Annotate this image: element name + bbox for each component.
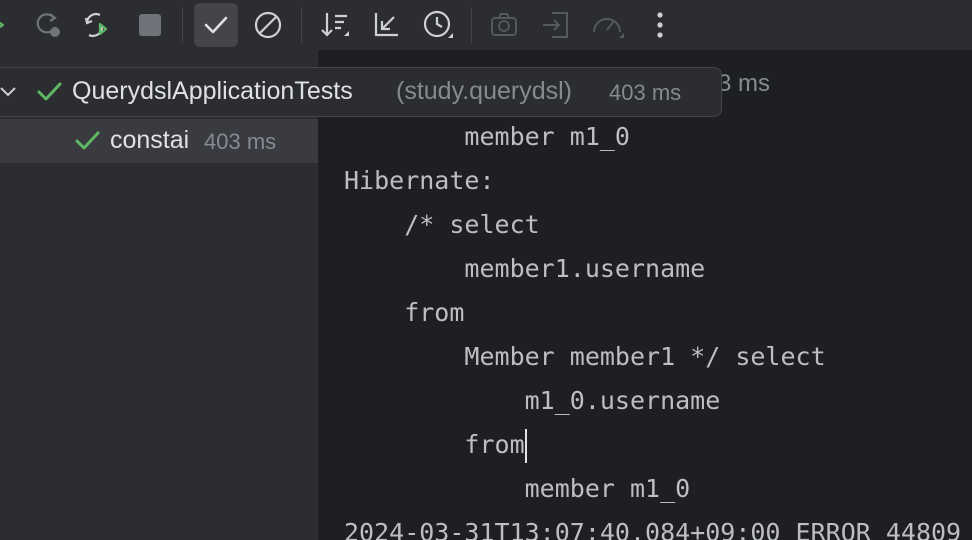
test-tree-node-root[interactable]: QuerydslApplicationTests (study.querydsl… — [0, 67, 722, 117]
chevron-down-icon[interactable] — [0, 84, 18, 103]
import-tests-icon[interactable] — [534, 3, 578, 47]
console-output[interactable]: 3 ms member m1_0 Hibernate: /* select me… — [318, 50, 972, 540]
test-class-time: 403 ms — [609, 80, 682, 105]
console-line: Member member1 */ select — [344, 342, 826, 371]
test-method-name: constai — [110, 126, 190, 154]
screenshot-icon[interactable] — [482, 3, 526, 47]
console-line: member1.username — [344, 254, 706, 283]
sort-icon[interactable] — [313, 3, 357, 47]
console-line: member m1_0 — [344, 122, 630, 151]
toolbar-separator — [182, 7, 183, 43]
history-icon[interactable] — [416, 3, 460, 47]
show-passed-icon[interactable] — [194, 3, 238, 47]
toggle-auto-test-icon[interactable] — [75, 3, 119, 47]
text-caret — [524, 429, 527, 463]
more-options-icon[interactable] — [638, 3, 682, 47]
console-header-time: 3 ms — [718, 70, 771, 97]
rerun-icon[interactable] — [0, 3, 18, 47]
collapse-icon[interactable] — [364, 3, 408, 47]
test-runner-toolbar — [0, 0, 972, 50]
toolbar-separator — [301, 7, 302, 43]
console-line: member m1_0 — [344, 474, 691, 503]
console-line: /* select — [344, 210, 540, 239]
console-line-with-caret: from — [344, 423, 527, 467]
test-passed-icon — [36, 79, 64, 109]
console-line: m1_0.username — [344, 386, 721, 415]
test-method-time: 403 ms — [204, 129, 277, 154]
test-passed-icon — [74, 128, 102, 158]
toolbar-separator — [471, 7, 472, 43]
test-class-name: QuerydslApplicationTests — [72, 77, 353, 105]
stop-icon[interactable] — [128, 3, 172, 47]
test-class-package: (study.querydsl) — [396, 77, 572, 105]
show-ignored-icon[interactable] — [246, 3, 290, 47]
profiler-icon[interactable] — [586, 3, 630, 47]
console-line: from — [344, 298, 465, 327]
test-tree-panel: constai 403 ms — [0, 50, 318, 540]
console-line: Hibernate: — [344, 166, 495, 195]
console-line: from — [344, 430, 525, 459]
test-runner-window: constai 403 ms QuerydslApplicationTests … — [0, 0, 972, 540]
console-line: 2024-03-31T13:07:40.084+09:00 ERROR 4480… — [344, 518, 962, 540]
test-tree-node-method[interactable]: constai 403 ms — [0, 119, 318, 163]
rerun-failed-icon[interactable] — [26, 3, 70, 47]
